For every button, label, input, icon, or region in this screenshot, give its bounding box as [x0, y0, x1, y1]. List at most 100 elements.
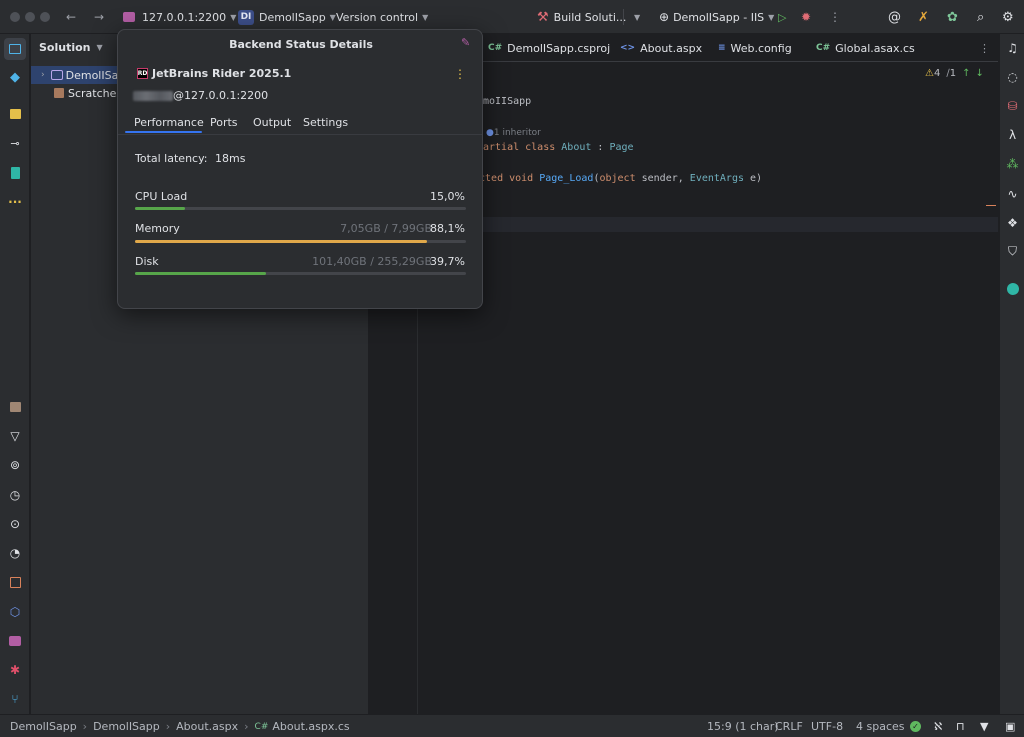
line-ending[interactable]: CRLF [775, 715, 803, 737]
project-name: DemolISapp [259, 10, 326, 24]
backend-status-tool-button[interactable] [1003, 279, 1022, 298]
ai-status-button[interactable]: ℵ [934, 715, 942, 737]
endpoints-tool-button[interactable]: ▽ [4, 425, 26, 447]
breadcrumb-item[interactable]: About.aspx.cs [272, 720, 349, 733]
chevron-right-icon: › [41, 70, 45, 80]
commit-tool-button[interactable]: ⊸ [4, 132, 26, 154]
plugins-tool-button[interactable]: ❖ [1003, 213, 1022, 232]
security-tool-button[interactable]: ⛉ [1003, 242, 1022, 261]
event-log-button[interactable]: ▣ [1005, 715, 1015, 737]
notifications-tool-button[interactable]: ♫ [1003, 38, 1022, 57]
build-solution-button[interactable]: ⚒ Build Soluti... [537, 0, 626, 34]
backend-status-indicator[interactable]: ✓ [910, 715, 921, 737]
tab-csproj[interactable]: C# DemolISapp.csproj [488, 34, 610, 62]
tab-output[interactable]: Output [253, 116, 291, 134]
arrow-up-icon[interactable]: ↑ [962, 68, 970, 79]
connection-row: @127.0.0.1:2200 [133, 89, 268, 102]
bookmarks-tool-button[interactable] [4, 162, 26, 184]
connection-host: @127.0.0.1:2200 [173, 89, 269, 102]
disk-detail: 101,40GB / 255,29GB [312, 255, 432, 268]
inspection-profile-button[interactable]: ▼ [980, 715, 988, 737]
timeline-tool-button[interactable]: ◷ [4, 484, 26, 506]
back-button[interactable]: ← [66, 0, 76, 34]
monitor-tool-button[interactable]: ∿ [1003, 184, 1022, 203]
code-with-me-button[interactable]: @ [888, 0, 901, 34]
tab-about-aspx[interactable]: <> About.aspx [620, 34, 702, 62]
search-button[interactable]: ⌕ [977, 0, 984, 34]
settings-button[interactable]: ⚙ [1002, 0, 1014, 34]
globe-icon: ⊕ [659, 10, 670, 24]
pin-button[interactable]: ✎ [461, 36, 470, 49]
tools-button[interactable]: ✗ [918, 0, 929, 34]
window-close-button[interactable] [10, 12, 20, 22]
tab-label: Web.config [730, 41, 792, 55]
structure-icon [9, 109, 21, 119]
tabs-more-button[interactable]: ⋮ [979, 34, 990, 62]
read-only-toggle[interactable]: ⊓ [956, 715, 965, 737]
check-circle-icon [1006, 282, 1019, 295]
chevron-down-icon: ▼ [634, 12, 641, 22]
hierarchy-tool-button[interactable]: ⁂ [1003, 154, 1022, 173]
git-tool-button[interactable]: ⑂ [4, 688, 26, 710]
terminal-tool-button[interactable] [4, 630, 26, 652]
unit-tests-tool-button[interactable]: ⊙ [4, 513, 26, 535]
inheritors-label: 1 inheritor [493, 128, 541, 138]
caret-position[interactable]: 15:9 (1 char) [707, 715, 779, 737]
package-icon [9, 402, 21, 412]
unlock-icon: ⊓ [956, 720, 965, 733]
arrow-down-icon[interactable]: ↓ [975, 68, 983, 79]
separator [623, 9, 624, 25]
indent-setting[interactable]: 4 spaces [856, 715, 905, 737]
tab-settings[interactable]: Settings [303, 116, 348, 134]
current-line-highlight [418, 217, 998, 232]
breadcrumb-item[interactable]: About.aspx [176, 720, 238, 733]
dependencies-tool-button[interactable]: ⬡ [4, 601, 26, 623]
window-minimize-button[interactable] [25, 12, 35, 22]
endpoints-icon: ▽ [10, 429, 20, 443]
check-circle-icon: ✓ [910, 721, 921, 732]
inheritors-hint[interactable]: ●1 inheritor [486, 127, 541, 138]
services-tool-button[interactable]: ⊚ [4, 454, 26, 476]
coverage-tool-button[interactable]: ◔ [4, 542, 26, 564]
run-button[interactable]: ▷ [778, 0, 786, 34]
project-badge: DI [238, 9, 254, 25]
dotpeek-tool-button[interactable]: λ [1003, 125, 1022, 144]
learn-tool-button[interactable]: ◆ [4, 66, 26, 88]
tools-icon: ✗ [918, 9, 929, 25]
project-icon [9, 44, 21, 54]
more-tools-button[interactable]: ··· [4, 191, 26, 213]
ai-assistant-button[interactable]: ✿ [947, 0, 958, 34]
run-configuration-selector[interactable]: ⊕ DemolISapp - IIS ▼ [659, 0, 774, 34]
redacted-username [133, 90, 173, 101]
breadcrumb-item[interactable]: DemolISapp [93, 720, 160, 733]
more-actions-button[interactable]: ⋮ [829, 0, 841, 34]
database-tool-button[interactable]: ⛁ [1003, 96, 1022, 115]
structure-tool-button[interactable] [4, 103, 26, 125]
tab-global-asax[interactable]: C# Global.asax.cs [816, 34, 915, 62]
ai-chat-tool-button[interactable]: ◌ [1003, 67, 1022, 86]
chevron-down-icon: ▼ [230, 12, 237, 22]
debug-button[interactable]: ✹ [801, 0, 811, 34]
breadcrumb-item[interactable]: DemolISapp [10, 720, 77, 733]
nuget-tool-button[interactable] [4, 396, 26, 418]
base-class: Page [609, 142, 634, 153]
inspection-widget[interactable]: ⚠ 4 ∕ 1 ↑ ↓ [925, 66, 984, 80]
more-vertical-icon: ⋮ [979, 41, 990, 55]
project-tool-button[interactable] [4, 38, 26, 60]
tab-web-config[interactable]: ≡ Web.config [718, 34, 792, 62]
tree-item-scratches[interactable]: Scratches [31, 84, 122, 102]
panel-title: Solution [39, 40, 91, 54]
key-icon: ⊸ [10, 136, 20, 150]
problems-tool-button[interactable]: ✱ [4, 659, 26, 681]
inheritor-icon: ● [486, 128, 494, 138]
database-tool-button[interactable] [4, 571, 26, 593]
popup-more-button[interactable]: ⋮ [454, 67, 466, 81]
tab-ports[interactable]: Ports [210, 116, 238, 134]
window-zoom-button[interactable] [40, 12, 50, 22]
tab-label: DemolISapp.csproj [507, 41, 611, 55]
backend-status-popup: Backend Status Details ✎ RD JetBrains Ri… [117, 29, 483, 309]
build-options-button[interactable]: ▼ [630, 0, 640, 34]
popup-title: Backend Status Details [229, 38, 373, 51]
file-encoding[interactable]: UTF-8 [811, 715, 843, 737]
forward-button[interactable]: → [94, 0, 104, 34]
